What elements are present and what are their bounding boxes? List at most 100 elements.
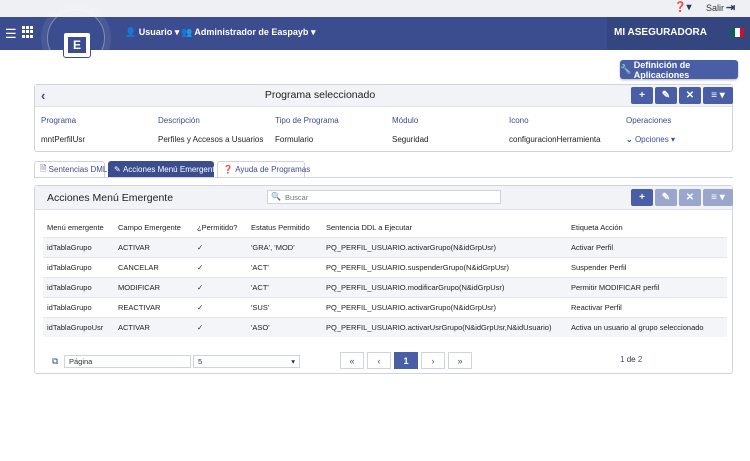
definicion-aplicaciones-label: Definición de Aplicaciones bbox=[633, 59, 691, 80]
first-page-button[interactable]: « bbox=[340, 352, 364, 369]
edit-button[interactable]: ✎ bbox=[655, 189, 677, 206]
page-count-current[interactable]: 1 bbox=[620, 355, 624, 364]
cell-etiqueta: Permitir MODIFICAR perfil bbox=[567, 276, 727, 297]
user-menu-label: Usuario bbox=[138, 27, 173, 37]
delete-button[interactable]: ✕ bbox=[679, 189, 701, 206]
mexico-flag-icon bbox=[731, 28, 744, 37]
field-value: Perfiles y Accesos a Usuarios bbox=[158, 135, 264, 144]
chevron-down-icon: ▾ bbox=[174, 27, 180, 37]
cell-estatus: 'ACT' bbox=[247, 256, 322, 277]
admin-menu[interactable]: 👥 Administrador de Easpayb ▾ bbox=[181, 27, 315, 38]
acciones-title: Acciones Menú Emergente bbox=[47, 192, 174, 204]
page-input-placeholder: Página bbox=[69, 357, 93, 366]
field-label: Icono bbox=[509, 116, 529, 125]
cell-campo: MODIFICAR bbox=[114, 276, 193, 297]
user-menu[interactable]: 👤 Usuario ▾ bbox=[125, 27, 179, 38]
cell-menu: idTablaGrupoUsr bbox=[43, 316, 114, 337]
column-header[interactable]: Sentencia DDL a Ejecutar bbox=[322, 219, 567, 237]
field-modulo: Módulo Seguridad bbox=[392, 116, 428, 144]
field-label: Operaciones bbox=[626, 116, 672, 125]
cell-sentencia: PQ_PERFIL_USUARIO.activarGrupo(N&idGrpUs… bbox=[322, 296, 567, 317]
cell-etiqueta: Activa un usuario al grupo seleccionado bbox=[567, 316, 727, 337]
cell-campo: REACTIVAR bbox=[114, 296, 193, 317]
field-label: Módulo bbox=[392, 116, 419, 125]
tab-label: Sentencias DML bbox=[48, 165, 108, 174]
acciones-table: Menú emergente Campo Emergente ¿Permitid… bbox=[43, 219, 727, 337]
cell-menu: idTablaGrupo bbox=[43, 236, 114, 257]
last-page-button[interactable]: » bbox=[448, 352, 472, 369]
cell-campo: ACTIVAR bbox=[114, 236, 193, 257]
table-row[interactable]: idTablaGrupo CANCELAR ✓ 'ACT' PQ_PERFIL_… bbox=[43, 256, 727, 277]
page-input[interactable]: Página bbox=[64, 355, 191, 368]
help-icon: ❓ bbox=[223, 165, 236, 174]
page-size-select[interactable]: 5 ▾ bbox=[193, 355, 300, 368]
wrench-icon: 🔧 bbox=[620, 64, 634, 74]
cell-sentencia: PQ_PERFIL_USUARIO.activarUsrGrupo(N&idGr… bbox=[322, 316, 567, 337]
table-row[interactable]: idTablaGrupo ACTIVAR ✓ 'GRA', 'MOD' PQ_P… bbox=[43, 236, 727, 257]
table-row[interactable]: idTablaGrupo MODIFICAR ✓ 'ACT' PQ_PERFIL… bbox=[43, 276, 727, 297]
cell-sentencia: PQ_PERFIL_USUARIO.modificarGrupo(N&idGrp… bbox=[322, 276, 567, 297]
table-row[interactable]: idTablaGrupoUsr ACTIVAR ✓ 'ASO' PQ_PERFI… bbox=[43, 316, 727, 337]
edit-button[interactable]: ✎ bbox=[655, 87, 677, 104]
cell-campo: ACTIVAR bbox=[114, 316, 193, 337]
acciones-header: Acciones Menú Emergente 🔍 + ✎ ✕ ≡ ▾ bbox=[35, 186, 733, 210]
tab-ayuda-programas[interactable]: ❓ Ayuda de Programas bbox=[217, 161, 310, 177]
cell-menu: idTablaGrupo bbox=[43, 256, 114, 277]
column-header[interactable]: ¿Permitido? bbox=[193, 219, 247, 237]
field-value: configuracionHerramienta bbox=[509, 135, 601, 144]
pencil-icon: ✎ bbox=[114, 165, 123, 174]
cell-menu: idTablaGrupo bbox=[43, 276, 114, 297]
hamburger-icon[interactable]: ☰ bbox=[5, 26, 17, 42]
field-programa: Programa mntPerfilUsr bbox=[41, 116, 85, 144]
add-button[interactable]: + bbox=[631, 87, 653, 104]
app-logo[interactable]: E bbox=[63, 32, 91, 58]
column-header[interactable]: Estatus Permitido bbox=[247, 219, 322, 237]
field-value: Formulario bbox=[275, 135, 314, 144]
user-icon: 👤 bbox=[125, 27, 137, 37]
current-page-button[interactable]: 1 bbox=[394, 352, 418, 369]
field-label: Descripción bbox=[158, 116, 200, 125]
prev-page-button[interactable]: ‹ bbox=[367, 352, 391, 369]
check-icon: ✓ bbox=[193, 236, 247, 257]
tab-sentencias-dml[interactable]: 🗎 Sentencias DML bbox=[34, 161, 108, 177]
page-count: 1 de 2 bbox=[620, 355, 642, 364]
tab-divider bbox=[34, 177, 733, 178]
cell-etiqueta: Suspender Perfil bbox=[567, 256, 727, 277]
page-count-total[interactable]: 2 bbox=[638, 355, 642, 364]
column-header[interactable]: Campo Emergente bbox=[114, 219, 193, 237]
pagination: ⧉ Página 5 ▾ « ‹ 1 › » 1 de 2 bbox=[34, 348, 733, 374]
page-size-value: 5 bbox=[198, 357, 203, 366]
exit-icon[interactable]: ⇥ bbox=[726, 1, 735, 14]
company-area: MI ASEGURADORA bbox=[607, 17, 750, 50]
salir-link[interactable]: Salir bbox=[706, 3, 724, 13]
list-menu-button[interactable]: ≡ ▾ bbox=[703, 87, 733, 104]
table-row[interactable]: idTablaGrupo REACTIVAR ✓ 'SUS' PQ_PERFIL… bbox=[43, 296, 727, 317]
cell-estatus: 'ASO' bbox=[247, 316, 322, 337]
search-icon: 🔍 bbox=[271, 192, 281, 201]
help-icon[interactable]: ❓▾ bbox=[674, 2, 691, 13]
check-icon: ✓ bbox=[193, 296, 247, 317]
chevron-down-icon: ⌄ bbox=[626, 135, 635, 144]
apps-grid-icon[interactable] bbox=[22, 26, 34, 38]
tab-label: Acciones Menú Emergente bbox=[122, 165, 219, 174]
next-page-button[interactable]: › bbox=[421, 352, 445, 369]
list-menu-button[interactable]: ≡ ▾ bbox=[703, 189, 733, 206]
delete-button[interactable]: ✕ bbox=[679, 87, 701, 104]
definicion-aplicaciones-button[interactable]: 🔧 Definición de Aplicaciones bbox=[620, 59, 738, 80]
search-input[interactable] bbox=[285, 191, 497, 203]
opciones-dropdown[interactable]: ⌄ Opciones ▾ bbox=[626, 135, 675, 144]
top-strip: ❓▾ Salir ⇥ bbox=[0, 0, 750, 17]
add-button[interactable]: + bbox=[631, 189, 653, 206]
opciones-label: Opciones bbox=[634, 135, 669, 144]
cell-sentencia: PQ_PERFIL_USUARIO.suspenderGrupo(N&idGrp… bbox=[322, 256, 567, 277]
copy-icon[interactable]: ⧉ bbox=[52, 356, 58, 367]
cell-estatus: 'SUS' bbox=[247, 296, 322, 317]
field-value: Seguridad bbox=[392, 135, 429, 144]
column-header[interactable]: Etiqueta Acción bbox=[567, 219, 727, 237]
check-icon: ✓ bbox=[193, 276, 247, 297]
caret-down-icon: ▾ bbox=[670, 135, 675, 144]
tab-acciones-menu-emergente[interactable]: ✎ Acciones Menú Emergente bbox=[108, 161, 219, 177]
column-header[interactable]: Menú emergente bbox=[43, 219, 114, 237]
company-name: MI ASEGURADORA bbox=[614, 27, 707, 38]
field-operaciones: Operaciones ⌄ Opciones ▾ bbox=[626, 116, 675, 144]
